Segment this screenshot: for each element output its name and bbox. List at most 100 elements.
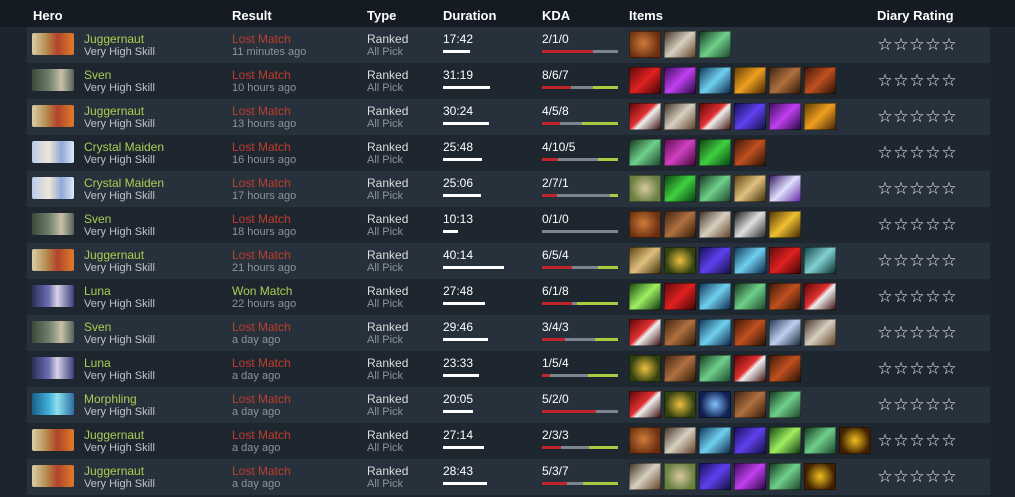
- power-treads-icon[interactable]: [664, 355, 696, 382]
- ring-icon[interactable]: [629, 355, 661, 382]
- quelling-blade-icon[interactable]: [629, 31, 661, 58]
- rating-star-icon[interactable]: ☆: [941, 71, 957, 91]
- rating-star-icon[interactable]: ☆: [877, 215, 893, 235]
- table-row[interactable]: Crystal Maiden Very High Skill Lost Match 1…: [27, 135, 990, 171]
- diary-rating-stars[interactable]: ☆☆☆☆☆: [877, 395, 957, 415]
- table-row[interactable]: Morphling Very High Skill Lost Match a day …: [27, 387, 990, 423]
- rating-star-icon[interactable]: ☆: [909, 323, 925, 343]
- blade-mail-icon[interactable]: [804, 67, 836, 94]
- battle-fury-icon[interactable]: [664, 103, 696, 130]
- hero-name[interactable]: Juggernaut: [84, 464, 144, 478]
- hero-portrait[interactable]: [32, 177, 74, 199]
- hero-portrait[interactable]: [32, 249, 74, 271]
- rating-star-icon[interactable]: ☆: [941, 431, 957, 451]
- hero-name[interactable]: Luna: [84, 356, 111, 370]
- power-treads-icon[interactable]: [769, 67, 801, 94]
- rating-star-icon[interactable]: ☆: [941, 359, 957, 379]
- rating-star-icon[interactable]: ☆: [909, 179, 925, 199]
- dagon-icon[interactable]: [769, 175, 801, 202]
- skadi-icon[interactable]: [699, 67, 731, 94]
- hero-portrait[interactable]: [32, 321, 74, 343]
- match-result-link[interactable]: Lost Match: [232, 356, 291, 370]
- sange-and-yasha-icon[interactable]: [699, 103, 731, 130]
- mantle-icon[interactable]: [664, 139, 696, 166]
- match-result-link[interactable]: Lost Match: [232, 176, 291, 190]
- diffusal-icon[interactable]: [734, 463, 766, 490]
- rating-star-icon[interactable]: ☆: [925, 251, 941, 271]
- diary-rating-stars[interactable]: ☆☆☆☆☆: [877, 143, 957, 163]
- hero-name[interactable]: Juggernaut: [84, 248, 144, 262]
- rating-star-icon[interactable]: ☆: [909, 71, 925, 91]
- battle-fury-icon[interactable]: [699, 211, 731, 238]
- rating-star-icon[interactable]: ☆: [893, 431, 909, 451]
- rating-star-icon[interactable]: ☆: [877, 179, 893, 199]
- hero-name[interactable]: Sven: [84, 212, 111, 226]
- rating-star-icon[interactable]: ☆: [877, 359, 893, 379]
- rating-star-icon[interactable]: ☆: [909, 143, 925, 163]
- hero-portrait[interactable]: [32, 33, 74, 55]
- hero-portrait[interactable]: [32, 105, 74, 127]
- match-result-link[interactable]: Lost Match: [232, 212, 291, 226]
- skadi-icon[interactable]: [734, 247, 766, 274]
- diary-rating-stars[interactable]: ☆☆☆☆☆: [877, 35, 957, 55]
- diary-rating-stars[interactable]: ☆☆☆☆☆: [877, 287, 957, 307]
- diary-rating-stars[interactable]: ☆☆☆☆☆: [877, 431, 957, 451]
- table-row[interactable]: Luna Very High Skill Lost Match a day ago Ra…: [27, 351, 990, 387]
- rating-star-icon[interactable]: ☆: [893, 395, 909, 415]
- hero-portrait[interactable]: [32, 213, 74, 235]
- rating-star-icon[interactable]: ☆: [925, 107, 941, 127]
- rating-star-icon[interactable]: ☆: [925, 431, 941, 451]
- diffusal-icon[interactable]: [769, 103, 801, 130]
- rating-star-icon[interactable]: ☆: [893, 359, 909, 379]
- sange-and-yasha-icon[interactable]: [734, 355, 766, 382]
- rating-star-icon[interactable]: ☆: [941, 395, 957, 415]
- rating-star-icon[interactable]: ☆: [893, 287, 909, 307]
- bracer-icon[interactable]: [629, 175, 661, 202]
- match-result-link[interactable]: Lost Match: [232, 248, 291, 262]
- blade-of-alacrity-icon[interactable]: [804, 427, 836, 454]
- scroll-icon[interactable]: [734, 175, 766, 202]
- hero-portrait[interactable]: [32, 141, 74, 163]
- manta-icon[interactable]: [699, 463, 731, 490]
- table-row[interactable]: Juggernaut Very High Skill Lost Match a day…: [27, 423, 990, 459]
- diary-rating-stars[interactable]: ☆☆☆☆☆: [877, 71, 957, 91]
- blade-mail-icon[interactable]: [734, 319, 766, 346]
- hero-portrait[interactable]: [32, 285, 74, 307]
- blade-of-alacrity-icon[interactable]: [629, 139, 661, 166]
- table-row[interactable]: Juggernaut Very High Skill Lost Match 11 mi…: [27, 27, 990, 63]
- sange-and-yasha-icon[interactable]: [629, 319, 661, 346]
- hero-portrait[interactable]: [32, 465, 74, 487]
- rating-star-icon[interactable]: ☆: [877, 71, 893, 91]
- rating-star-icon[interactable]: ☆: [909, 467, 925, 487]
- header-duration[interactable]: Duration: [443, 8, 496, 23]
- quelling-blade-icon[interactable]: [629, 211, 661, 238]
- diary-rating-stars[interactable]: ☆☆☆☆☆: [877, 215, 957, 235]
- rating-star-icon[interactable]: ☆: [893, 179, 909, 199]
- power-treads-icon[interactable]: [734, 391, 766, 418]
- skadi-icon[interactable]: [699, 283, 731, 310]
- mjollnir-icon[interactable]: [839, 427, 871, 454]
- battle-fury-icon[interactable]: [629, 463, 661, 490]
- gauntlets-icon[interactable]: [769, 211, 801, 238]
- diary-rating-stars[interactable]: ☆☆☆☆☆: [877, 179, 957, 199]
- basher-icon[interactable]: [769, 319, 801, 346]
- sange-and-yasha-icon[interactable]: [629, 103, 661, 130]
- scroll-icon[interactable]: [629, 247, 661, 274]
- butterfly-icon[interactable]: [769, 427, 801, 454]
- match-result-link[interactable]: Lost Match: [232, 140, 291, 154]
- rating-star-icon[interactable]: ☆: [893, 467, 909, 487]
- sickle-icon[interactable]: [734, 211, 766, 238]
- skadi-icon[interactable]: [699, 319, 731, 346]
- rating-star-icon[interactable]: ☆: [877, 143, 893, 163]
- blade-mail-icon[interactable]: [769, 355, 801, 382]
- boots-of-speed-icon[interactable]: [664, 175, 696, 202]
- rating-star-icon[interactable]: ☆: [909, 251, 925, 271]
- rating-star-icon[interactable]: ☆: [941, 143, 957, 163]
- table-row[interactable]: Juggernaut Very High Skill Lost Match 13 ho…: [27, 99, 990, 135]
- sange-and-yasha-icon[interactable]: [629, 391, 661, 418]
- rating-star-icon[interactable]: ☆: [877, 467, 893, 487]
- table-row[interactable]: Juggernaut Very High Skill Lost Match a day…: [27, 459, 990, 495]
- hero-name[interactable]: Sven: [84, 320, 111, 334]
- match-result-link[interactable]: Lost Match: [232, 32, 291, 46]
- manta-icon[interactable]: [734, 427, 766, 454]
